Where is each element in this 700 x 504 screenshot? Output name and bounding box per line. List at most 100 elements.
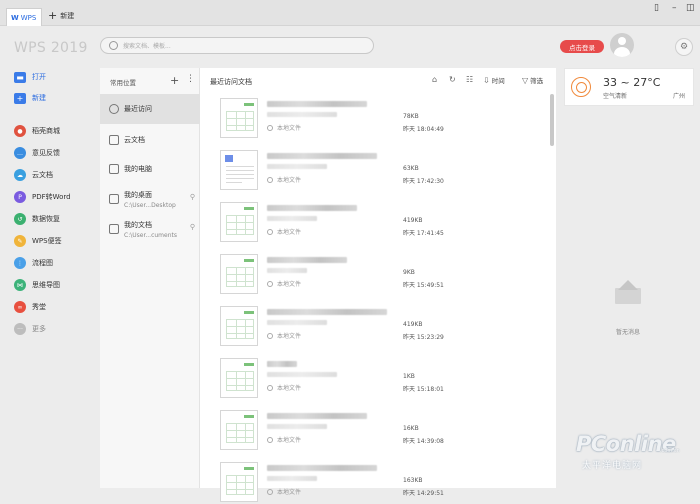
nav-new-label: 新建 xyxy=(32,94,46,102)
file-location-label: 本地文件 xyxy=(277,385,302,392)
file-thumbnail xyxy=(220,358,258,398)
pin-icon[interactable]: ⚲ xyxy=(190,193,195,201)
file-path-blurred xyxy=(267,216,317,221)
weather-widget[interactable]: 33 ~ 27°C 空气清新 广州 xyxy=(564,68,694,106)
refresh-icon[interactable]: ↻ xyxy=(449,75,456,84)
sort-button[interactable]: ⇩ 时间 xyxy=(483,75,505,86)
note-icon: ✎ xyxy=(14,235,26,247)
search-input[interactable]: 搜索文档、模板... xyxy=(100,37,374,54)
file-location-label: 本地文件 xyxy=(277,489,302,496)
pdf-icon: P xyxy=(14,191,26,203)
file-thumbnail xyxy=(220,150,258,190)
sort-arrow-icon: ⇩ xyxy=(483,75,490,85)
nav-flowchart-label: 流程图 xyxy=(32,259,53,267)
file-row[interactable]: 本地文件 78KB 昨天 18:04:49 xyxy=(220,98,540,140)
nav-wps-notes[interactable]: ✎ WPS便签 xyxy=(14,234,62,248)
nav-cloud-docs[interactable]: ☁ 云文档 xyxy=(14,168,53,182)
location-documents[interactable]: 我的文档 C:\User...cuments ⚲ xyxy=(100,214,200,244)
file-time: 昨天 18:04:49 xyxy=(403,126,444,133)
avatar[interactable] xyxy=(610,33,634,57)
nav-new[interactable]: + 新建 xyxy=(14,91,46,105)
document-icon xyxy=(109,224,119,234)
file-location: 本地文件 xyxy=(267,487,301,496)
file-path-blurred xyxy=(267,112,337,117)
settings-gear-icon[interactable]: ⚙ xyxy=(675,38,693,56)
sun-icon xyxy=(571,77,591,97)
file-location: 本地文件 xyxy=(267,175,301,184)
nav-show-label: 秀堂 xyxy=(32,303,46,311)
mindmap-icon: ⋈ xyxy=(14,279,26,291)
location-desktop-path: C:\User...Desktop xyxy=(124,201,176,209)
cube-icon xyxy=(109,135,119,145)
file-size: 1KB xyxy=(403,373,415,380)
shop-icon: ● xyxy=(14,125,26,137)
nav-mindmap[interactable]: ⋈ 思维导图 xyxy=(14,278,60,292)
nav-feedback[interactable]: … 意见反馈 xyxy=(14,146,60,160)
view-toggle-icon[interactable]: ☷ xyxy=(466,75,473,84)
file-time: 昨天 15:18:01 xyxy=(403,386,444,393)
location-desktop-label: 我的桌面 xyxy=(124,190,152,199)
right-panel: 33 ~ 27°C 空气清新 广州 暂无消息 xyxy=(556,65,700,488)
recover-icon: ↺ xyxy=(14,213,26,225)
add-location-icon[interactable]: + xyxy=(170,74,179,87)
file-location-label: 本地文件 xyxy=(277,437,302,444)
watermark-domain: .com.cn xyxy=(660,448,680,454)
nav-pdf-to-word[interactable]: P PDF转Word xyxy=(14,190,71,204)
location-computer-label: 我的电脑 xyxy=(124,165,152,173)
file-row[interactable]: 本地文件 9KB 昨天 15:49:51 xyxy=(220,254,540,296)
file-location: 本地文件 xyxy=(267,435,301,444)
file-time: 昨天 15:23:29 xyxy=(403,334,444,341)
cloud-icon: ☁ xyxy=(14,169,26,181)
filter-button[interactable]: ▽ 筛选 xyxy=(522,75,544,86)
location-recent[interactable]: 最近访问 xyxy=(100,94,200,124)
nav-data-recovery[interactable]: ↺ 数据恢复 xyxy=(14,212,60,226)
location-desktop[interactable]: 我的桌面 C:\User...Desktop ⚲ xyxy=(100,184,200,214)
search-icon xyxy=(109,41,118,50)
login-button[interactable]: 点击登录 xyxy=(560,40,604,53)
more-options-icon[interactable]: ⋮ xyxy=(186,74,195,84)
file-path-blurred xyxy=(267,424,327,429)
file-size: 419KB xyxy=(403,217,423,224)
file-row[interactable]: 本地文件 419KB 昨天 17:41:45 xyxy=(220,202,540,244)
file-path-blurred xyxy=(267,268,307,273)
file-location-label: 本地文件 xyxy=(277,177,302,184)
file-time: 昨天 14:39:08 xyxy=(403,438,444,445)
nav-open[interactable]: ▬ 打开 xyxy=(14,70,46,84)
file-location: 本地文件 xyxy=(267,383,301,392)
flowchart-icon: ⋮ xyxy=(14,257,26,269)
nav-show[interactable]: ∞ 秀堂 xyxy=(14,300,46,314)
file-time: 昨天 14:29:51 xyxy=(403,490,444,497)
nav-flowchart[interactable]: ⋮ 流程图 xyxy=(14,256,53,270)
file-time: 昨天 17:42:30 xyxy=(403,178,444,185)
file-name-blurred xyxy=(267,205,357,211)
nav-shop[interactable]: ● 稻壳商城 xyxy=(14,124,60,138)
file-name-blurred xyxy=(267,101,367,107)
file-row[interactable]: 本地文件 63KB 昨天 17:42:30 xyxy=(220,150,540,192)
file-thumbnail xyxy=(220,202,258,242)
wps-logo-icon: W xyxy=(11,13,19,22)
filter-label: 筛选 xyxy=(530,77,544,85)
weather-air: 空气清新 xyxy=(603,93,628,100)
file-size: 78KB xyxy=(403,113,419,120)
minimize-icon[interactable]: – xyxy=(672,3,677,13)
location-cloud[interactable]: 云文档 xyxy=(100,125,200,155)
window-toggle-icon[interactable]: ◫ xyxy=(686,3,695,13)
file-time: 昨天 17:41:45 xyxy=(403,230,444,237)
file-row[interactable]: 本地文件 16KB 昨天 14:39:08 xyxy=(220,410,540,452)
new-tab-button[interactable]: + 新建 xyxy=(48,10,74,21)
nav-feedback-label: 意见反馈 xyxy=(32,149,60,157)
plus-icon: + xyxy=(48,9,58,22)
nav-more[interactable]: ··· 更多 xyxy=(14,322,46,336)
pin-icon[interactable]: ⚲ xyxy=(190,223,195,231)
file-path-blurred xyxy=(267,372,337,377)
scrollbar[interactable] xyxy=(550,94,554,146)
trash-icon[interactable]: ⌂ xyxy=(432,75,437,84)
no-messages-label: 暂无消息 xyxy=(616,329,641,336)
file-row[interactable]: 本地文件 1KB 昨天 15:18:01 xyxy=(220,358,540,400)
file-location: 本地文件 xyxy=(267,227,301,236)
tab-wps[interactable]: W WPS xyxy=(6,8,42,26)
nav-recover-label: 数据恢复 xyxy=(32,215,60,223)
location-computer[interactable]: 我的电脑 xyxy=(100,154,200,184)
restore-icon[interactable]: ▯ xyxy=(654,3,659,13)
file-row[interactable]: 本地文件 419KB 昨天 15:23:29 xyxy=(220,306,540,348)
